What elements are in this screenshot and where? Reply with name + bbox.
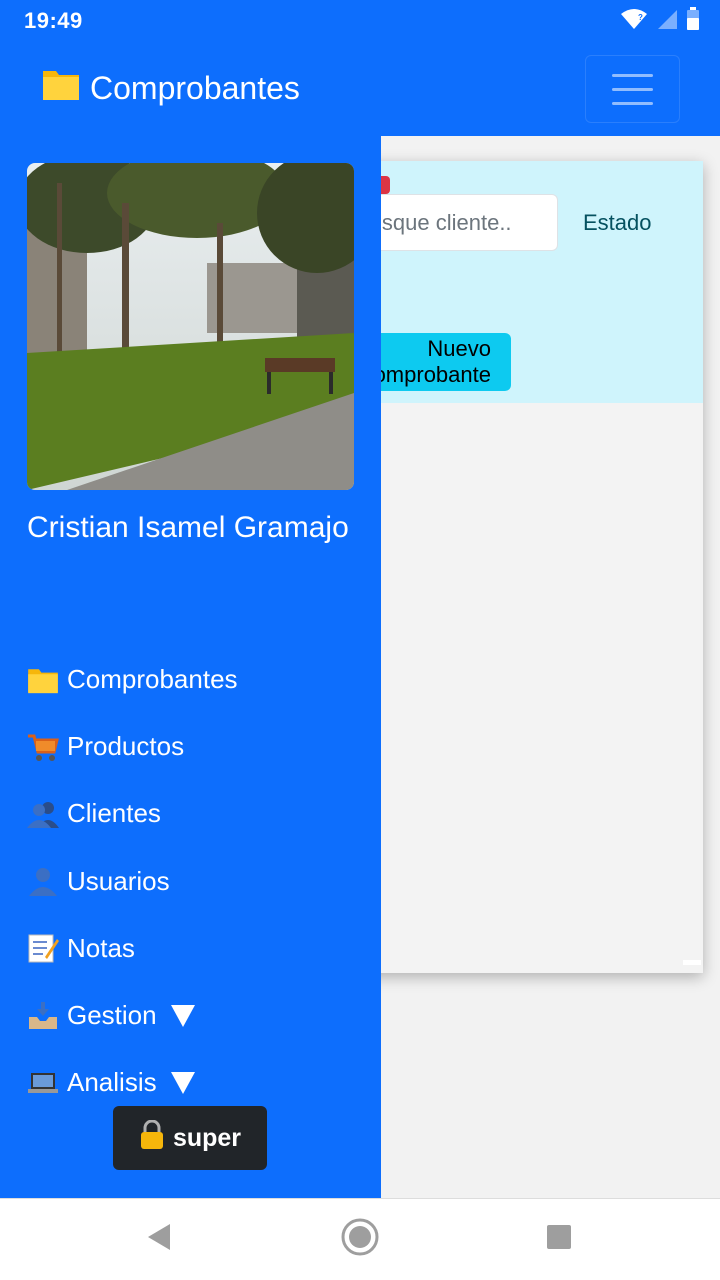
menu-item-label: Gestion <box>67 1000 157 1031</box>
menu-item-label: Usuarios <box>67 865 170 896</box>
system-nav-bar <box>0 1198 720 1280</box>
navbar-toggler-button[interactable] <box>585 55 680 123</box>
card-header: Estado Nuevo Comprobante <box>340 161 703 403</box>
side-drawer: Cristian Isamel Gramajo Comprobantes Pro… <box>0 136 381 1198</box>
menu-item-label: Productos <box>67 731 185 762</box>
recents-button[interactable] <box>539 1219 579 1259</box>
menu-item-usuarios[interactable]: Usuarios <box>27 848 357 915</box>
users-icon <box>27 798 59 830</box>
folder-icon <box>27 664 59 696</box>
recents-icon <box>546 1224 572 1255</box>
signal-icon <box>656 8 678 35</box>
user-icon <box>27 865 59 897</box>
profile-photo <box>27 163 354 490</box>
menu-item-label: Comprobantes <box>67 664 238 695</box>
menu-item-clientes[interactable]: Clientes <box>27 780 357 847</box>
chevron-down-icon <box>170 1071 195 1094</box>
drawer-menu: Comprobantes Productos Clientes Usuarios… <box>27 646 357 1116</box>
super-label: super <box>172 1123 242 1152</box>
menu-item-label: Notas <box>67 932 135 963</box>
folder-icon <box>42 67 80 109</box>
user-name: Cristian Isamel Gramajo <box>27 511 349 544</box>
back-icon <box>146 1223 172 1256</box>
hamburger-line <box>612 73 653 77</box>
back-button[interactable] <box>139 1219 179 1259</box>
hamburger-line <box>612 87 653 91</box>
status-bar: 19:49 ? <box>0 0 720 42</box>
estado-label[interactable]: Estado <box>583 210 652 236</box>
menu-item-label: Analisis <box>67 1067 157 1098</box>
menu-item-productos[interactable]: Productos <box>27 713 357 780</box>
chevron-down-icon <box>170 1004 195 1027</box>
memo-icon <box>27 932 59 964</box>
menu-item-label: Clientes <box>67 798 161 829</box>
menu-item-comprobantes[interactable]: Comprobantes <box>27 646 357 713</box>
top-navbar: Comprobantes <box>0 42 720 136</box>
cart-icon <box>27 731 59 763</box>
svg-text:?: ? <box>638 13 643 22</box>
laptop-icon <box>27 1067 59 1099</box>
inbox-icon <box>27 1000 59 1032</box>
app-title: Comprobantes <box>90 69 300 106</box>
menu-item-gestion[interactable]: Gestion <box>27 982 357 1049</box>
battery-icon <box>686 6 700 36</box>
super-user-button[interactable]: super <box>113 1106 267 1170</box>
hamburger-line <box>612 101 653 105</box>
menu-item-notas[interactable]: Notas <box>27 915 357 982</box>
navbar-brand[interactable]: Comprobantes <box>42 68 300 108</box>
wifi-icon: ? <box>620 8 648 35</box>
card-footer-mark <box>683 960 701 965</box>
home-button[interactable] <box>340 1218 380 1261</box>
status-icons: ? <box>620 6 700 36</box>
comprobantes-card: Estado Nuevo Comprobante <box>340 161 703 973</box>
status-time: 19:49 <box>24 8 83 33</box>
home-icon <box>341 1218 379 1261</box>
lock-icon <box>139 1119 165 1157</box>
